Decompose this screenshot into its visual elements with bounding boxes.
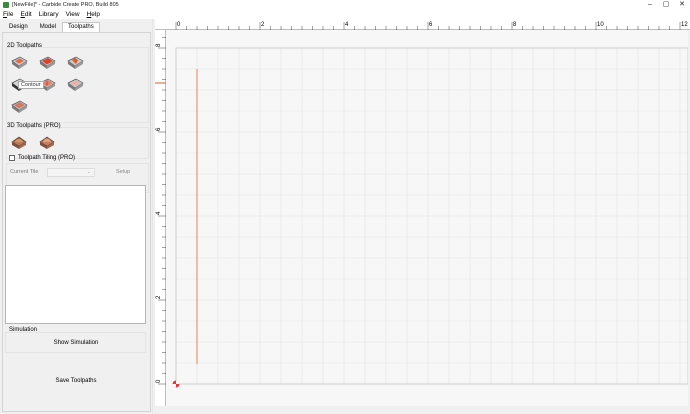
ruler-y-label: 6 (156, 127, 162, 131)
ruler-y-label: 4 (156, 211, 162, 215)
ruler-y-label: 0 (156, 379, 162, 383)
ruler-x-label: 12 (681, 22, 688, 28)
ruler-x-label: 10 (597, 22, 604, 28)
ruler-x-label: 0 (177, 22, 181, 28)
ruler-x-ticks: 0 2 4 6 8 10 12 (175, 22, 688, 30)
ruler-x-label: 6 (429, 22, 433, 28)
ruler-y-ticks: 0 2 4 6 8 (156, 37, 166, 385)
ruler-x-label: 8 (513, 22, 517, 28)
ruler-x-label: 4 (345, 22, 349, 28)
ruler-y-label: 2 (156, 295, 162, 299)
ruler-ticks: 0 2 4 6 8 10 12 0 2 4 6 8 (155, 22, 688, 385)
ruler-x-label: 2 (261, 22, 265, 28)
ruler-y-label: 8 (156, 43, 162, 47)
